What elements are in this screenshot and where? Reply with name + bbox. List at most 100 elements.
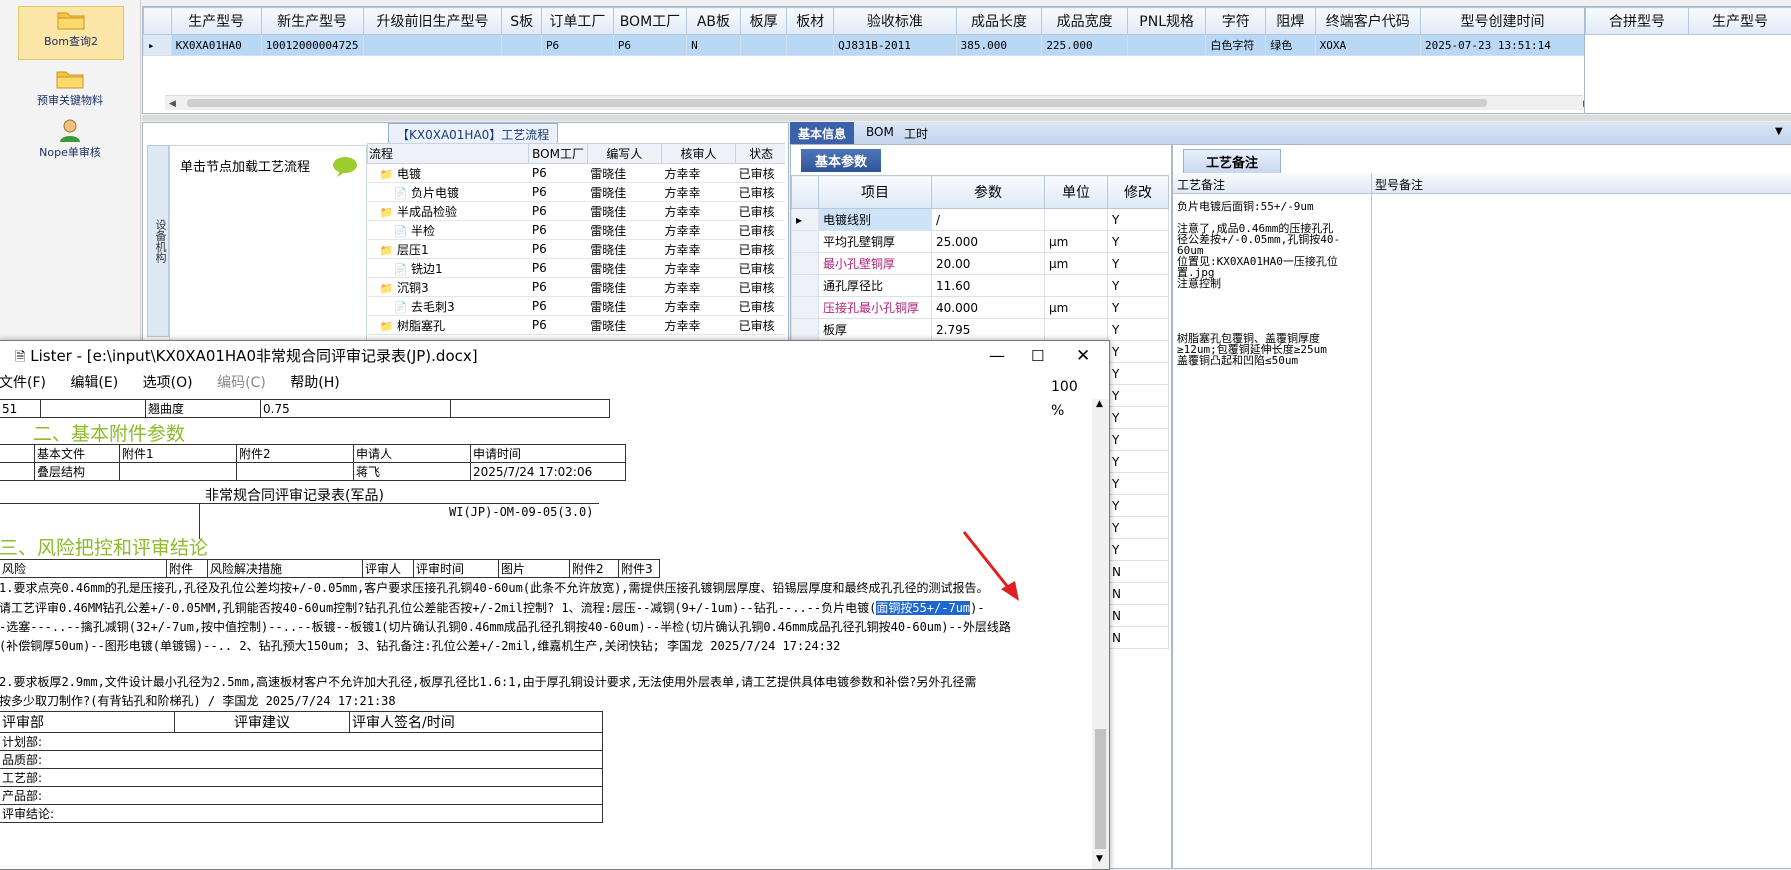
risk1-b-pre: 请工艺评审0.46MM钻孔公差+/-0.05MM,孔铜能否按40-60um控制?… bbox=[0, 601, 876, 615]
col-header[interactable]: PNL规格 bbox=[1127, 8, 1205, 35]
col-status[interactable]: 状态 bbox=[736, 144, 785, 164]
col-header[interactable]: 终端客户代码 bbox=[1315, 8, 1420, 35]
col-header[interactable]: 新生产型号 bbox=[261, 8, 363, 35]
tree-row[interactable]: 📁 层压1P6雷晓佳方幸幸已审核 bbox=[368, 240, 786, 259]
col-header[interactable]: 字符 bbox=[1206, 8, 1266, 35]
close-button[interactable]: ✕ bbox=[1076, 341, 1090, 371]
tree-row[interactable]: 📄 负片电镀P6雷晓佳方幸幸已审核 bbox=[368, 183, 786, 202]
param-value[interactable]: 2.795 bbox=[932, 319, 1045, 341]
table-cell[interactable]: P6 bbox=[613, 35, 686, 56]
param-row[interactable]: 平均孔壁铜厚25.000μmY bbox=[792, 231, 1169, 253]
param-value[interactable]: 20.00 bbox=[932, 253, 1045, 275]
col-header[interactable]: AB板 bbox=[687, 8, 741, 35]
highlighted-text[interactable]: 面铜按55+/-7um bbox=[876, 601, 970, 615]
risk-col-header: 风险 bbox=[0, 560, 167, 578]
col-prod-model[interactable]: 生产型号 bbox=[1689, 8, 1791, 35]
col-writer[interactable]: 编写人 bbox=[587, 144, 661, 164]
table-cell[interactable]: 2025-07-23 13:51:14 bbox=[1420, 35, 1584, 56]
menu-file[interactable]: 文件(F) bbox=[0, 375, 46, 391]
nav-item-nope-review[interactable]: Nope单审核 bbox=[18, 118, 122, 168]
col-header[interactable]: BOM工厂 bbox=[613, 8, 686, 35]
col-header[interactable]: 升级前旧生产型号 bbox=[363, 8, 502, 35]
tab-process-notes[interactable]: 工艺备注 bbox=[1183, 149, 1281, 174]
tab-work-hours[interactable]: 工时 bbox=[896, 122, 936, 145]
col-header[interactable]: 成品长度 bbox=[956, 8, 1042, 35]
col-header[interactable]: 型号创建时间 bbox=[1420, 8, 1584, 35]
col-model-notes[interactable]: 型号备注 bbox=[1375, 176, 1423, 193]
table-cell[interactable] bbox=[787, 35, 834, 56]
scroll-up-icon[interactable]: ▲ bbox=[1096, 399, 1103, 409]
scroll-thumb[interactable] bbox=[1095, 729, 1106, 849]
table-cell[interactable]: 225.000 bbox=[1042, 35, 1128, 56]
maximize-button[interactable]: ☐ bbox=[1031, 341, 1044, 371]
table-cell[interactable]: 绿色 bbox=[1266, 35, 1315, 56]
param-row[interactable]: 最小孔壁铜厚20.00μmY bbox=[792, 253, 1169, 275]
col-reviewer[interactable]: 核审人 bbox=[661, 144, 735, 164]
param-row[interactable]: 压接孔最小孔铜厚40.000μmY bbox=[792, 297, 1169, 319]
param-value[interactable]: 25.000 bbox=[932, 231, 1045, 253]
table-cell[interactable] bbox=[1127, 35, 1205, 56]
table-cell[interactable]: QJ831B-2011 bbox=[834, 35, 957, 56]
tree-row[interactable]: 📄 半检P6雷晓佳方幸幸已审核 bbox=[368, 221, 786, 240]
minimize-button[interactable]: — bbox=[989, 341, 1005, 371]
param-row[interactable]: 板厚2.795Y bbox=[792, 319, 1169, 341]
menu-encoding[interactable]: 编码(C) bbox=[217, 375, 266, 391]
menu-help[interactable]: 帮助(H) bbox=[290, 375, 339, 391]
table-cell[interactable]: N bbox=[687, 35, 741, 56]
col-process-notes[interactable]: 工艺备注 bbox=[1177, 176, 1225, 193]
col-header[interactable]: 生产型号 bbox=[171, 8, 261, 35]
menu-bar: 文件(F) 编辑(E) 选项(O) 编码(C) 帮助(H) 100 % bbox=[0, 371, 1109, 395]
window-titlebar: 🗎 Lister - [e:\input\KX0XA01HA0非常规合同评审记录… bbox=[0, 341, 1109, 371]
table-cell[interactable]: XOXA bbox=[1315, 35, 1420, 56]
table-cell[interactable]: 385.000 bbox=[956, 35, 1042, 56]
col-process[interactable]: 流程 bbox=[368, 144, 529, 164]
nav-item-bom-query2[interactable]: Bom查询2 bbox=[18, 6, 124, 60]
process-panel: 【KX0XA01HA0】工艺流程 设备机构 单击节点加载工艺流程 流程 BOM工… bbox=[142, 122, 789, 344]
chevron-down-icon[interactable]: ▼ bbox=[1775, 126, 1783, 137]
tree-row[interactable]: 📁 树脂塞孔P6雷晓佳方幸幸已审核 bbox=[368, 316, 786, 335]
param-row[interactable]: 通孔厚径比11.60Y bbox=[792, 275, 1169, 297]
param-value[interactable]: / bbox=[932, 209, 1045, 231]
col-header[interactable]: 订单工厂 bbox=[541, 8, 613, 35]
scroll-down-icon[interactable]: ▼ bbox=[1096, 854, 1103, 864]
tab-basic-info[interactable]: 基本信息 bbox=[790, 122, 854, 145]
col-header[interactable]: 阻焊 bbox=[1266, 8, 1315, 35]
col-param[interactable]: 参数 bbox=[932, 176, 1045, 209]
table-row[interactable]: ▸KX0XA01HA010012000004725P6P6NQJ831B-201… bbox=[144, 35, 1585, 56]
tree-row[interactable]: 📄 铣边1P6雷晓佳方幸幸已审核 bbox=[368, 259, 786, 278]
table-cell[interactable]: KX0XA01HA0 bbox=[171, 35, 261, 56]
table-cell[interactable]: P6 bbox=[541, 35, 613, 56]
param-value[interactable]: 11.60 bbox=[932, 275, 1045, 297]
table-cell[interactable] bbox=[502, 35, 542, 56]
col-merge-model[interactable]: 合拼型号 bbox=[1586, 8, 1689, 35]
menu-options[interactable]: 选项(O) bbox=[143, 375, 193, 391]
horizontal-scrollbar[interactable]: ◀ ▶ bbox=[165, 95, 1583, 110]
subtab-basic-params[interactable]: 基本参数 bbox=[801, 149, 881, 172]
col-header[interactable]: 板材 bbox=[787, 8, 834, 35]
splitter[interactable] bbox=[142, 115, 1791, 121]
scroll-thumb[interactable] bbox=[187, 99, 1487, 107]
nav-item-key-materials[interactable]: 预审关键物料 bbox=[18, 66, 122, 116]
tree-row[interactable]: 📁 沉铜3P6雷晓佳方幸幸已审核 bbox=[368, 278, 786, 297]
menu-edit[interactable]: 编辑(E) bbox=[70, 375, 118, 391]
scroll-left-icon[interactable]: ◀ bbox=[169, 99, 177, 109]
param-value[interactable]: 40.000 bbox=[932, 297, 1045, 319]
col-item[interactable]: 项目 bbox=[819, 176, 932, 209]
side-tab-equipment[interactable]: 设备机构 bbox=[147, 145, 169, 337]
param-row[interactable]: ▸电镀线别/Y bbox=[792, 209, 1169, 231]
col-header[interactable]: 成品宽度 bbox=[1042, 8, 1128, 35]
col-unit[interactable]: 单位 bbox=[1045, 176, 1108, 209]
tree-row[interactable]: 📁 电镀P6雷晓佳方幸幸已审核 bbox=[368, 164, 786, 183]
col-header[interactable]: S板 bbox=[502, 8, 542, 35]
tree-row[interactable]: 📄 去毛刺3P6雷晓佳方幸幸已审核 bbox=[368, 297, 786, 316]
table-cell[interactable] bbox=[363, 35, 502, 56]
col-header[interactable]: 板厚 bbox=[740, 8, 787, 35]
vertical-scrollbar[interactable]: ▲ ▼ bbox=[1092, 399, 1109, 869]
col-header[interactable]: 验收标准 bbox=[834, 8, 957, 35]
table-cell[interactable]: 白色字符 bbox=[1206, 35, 1266, 56]
tree-row[interactable]: 📁 半成品检验P6雷晓佳方幸幸已审核 bbox=[368, 202, 786, 221]
table-cell[interactable]: 10012000004725 bbox=[261, 35, 363, 56]
col-bom-factory[interactable]: BOM工厂 bbox=[529, 144, 587, 164]
table-cell[interactable] bbox=[740, 35, 787, 56]
col-modify[interactable]: 修改 bbox=[1108, 176, 1169, 209]
